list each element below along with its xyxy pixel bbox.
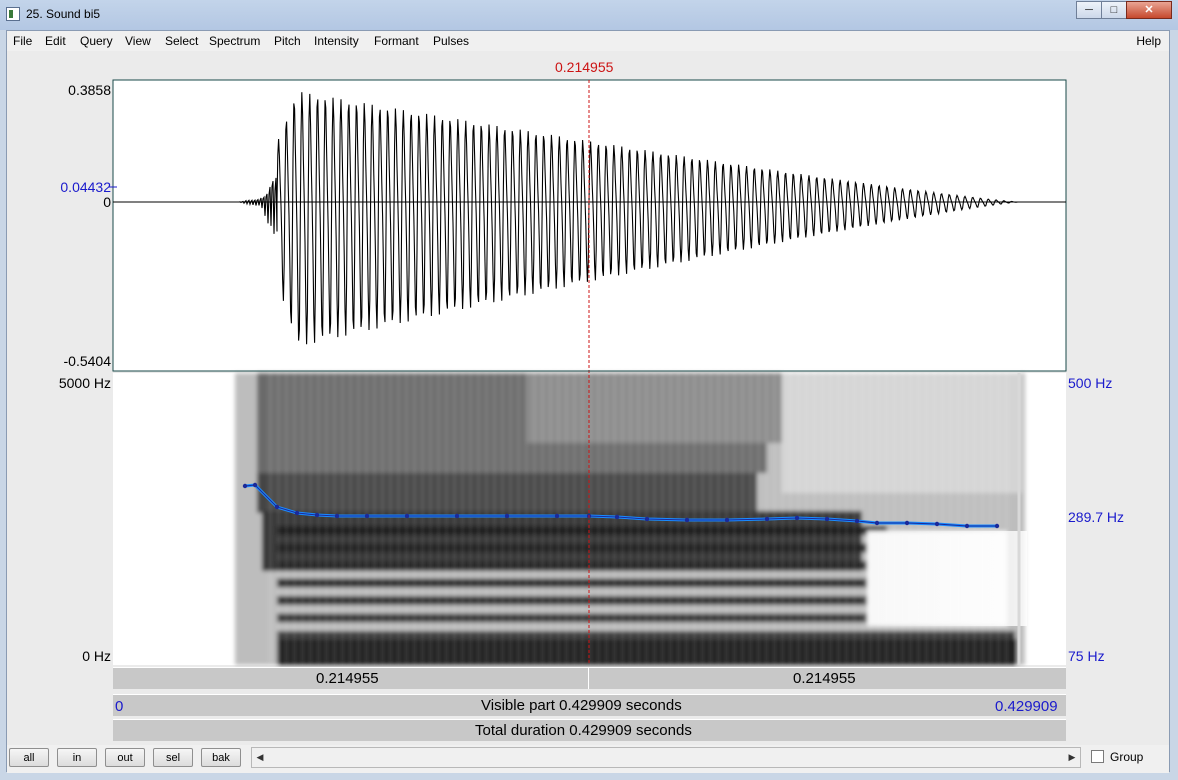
pitch-point bbox=[875, 521, 879, 525]
left-segment-duration[interactable]: 0.214955 bbox=[316, 670, 379, 687]
pitch-point bbox=[365, 514, 369, 518]
pitch-point bbox=[725, 518, 729, 522]
close-button[interactable]: ✕ bbox=[1126, 1, 1172, 19]
menu-pitch[interactable]: Pitch bbox=[274, 34, 301, 48]
total-duration-strip[interactable]: Total duration 0.429909 seconds bbox=[113, 719, 1066, 741]
editor-area: 0.214955 0.3858 0.04432 0 -0.5404 5000 H… bbox=[7, 51, 1169, 771]
cursor-segment-strip[interactable]: 0.214955 0.214955 bbox=[113, 667, 1066, 689]
pitch-point bbox=[825, 517, 829, 521]
pitch-point bbox=[335, 514, 339, 518]
pitch-point bbox=[555, 514, 559, 518]
scroll-right-arrow-icon[interactable]: ▶ bbox=[1064, 748, 1080, 767]
menu-view[interactable]: View bbox=[125, 34, 151, 48]
menu-edit[interactable]: Edit bbox=[45, 34, 66, 48]
segment-divider bbox=[588, 668, 589, 689]
bottom-toolbar: all in out sel bak ◀ ▶ Group bbox=[7, 745, 1169, 773]
zoom-selection-button[interactable]: sel bbox=[153, 748, 193, 767]
pitch-point bbox=[405, 514, 409, 518]
pitch-point bbox=[795, 516, 799, 520]
pitch-point bbox=[905, 521, 909, 525]
pitch-point bbox=[505, 514, 509, 518]
pitch-point bbox=[965, 524, 969, 528]
scroll-left-arrow-icon[interactable]: ◀ bbox=[252, 748, 268, 767]
spectrogram-fade bbox=[867, 531, 1027, 626]
menu-file[interactable]: File bbox=[13, 34, 32, 48]
group-checkbox[interactable] bbox=[1091, 750, 1104, 763]
pitch-point bbox=[765, 517, 769, 521]
total-duration-label[interactable]: Total duration 0.429909 seconds bbox=[475, 722, 692, 739]
menu-formant[interactable]: Formant bbox=[374, 34, 419, 48]
menu-spectrum[interactable]: Spectrum bbox=[209, 34, 260, 48]
pitch-point bbox=[995, 524, 999, 528]
right-segment-duration[interactable]: 0.214955 bbox=[793, 670, 856, 687]
zoom-in-button[interactable]: in bbox=[57, 748, 97, 767]
zoom-all-button[interactable]: all bbox=[9, 748, 49, 767]
pitch-point bbox=[645, 517, 649, 521]
signal-display[interactable] bbox=[7, 51, 1169, 751]
menu-query[interactable]: Query bbox=[80, 34, 113, 48]
menu-help[interactable]: Help bbox=[1136, 34, 1161, 48]
pitch-point bbox=[253, 483, 257, 487]
zoom-out-button[interactable]: out bbox=[105, 748, 145, 767]
visible-end-time: 0.429909 bbox=[995, 698, 1058, 715]
visible-part-strip[interactable]: Visible part 0.429909 seconds bbox=[113, 694, 1066, 716]
horizontal-scrollbar[interactable]: ◀ ▶ bbox=[251, 747, 1081, 768]
group-label: Group bbox=[1110, 750, 1143, 764]
menu-select[interactable]: Select bbox=[165, 34, 198, 48]
pitch-point bbox=[615, 515, 619, 519]
visible-part-label[interactable]: Visible part 0.429909 seconds bbox=[481, 697, 682, 714]
pitch-point bbox=[455, 514, 459, 518]
visible-strip-outer: Visible part 0.429909 seconds 0 0.429909 bbox=[7, 694, 1169, 716]
praat-app-icon[interactable] bbox=[6, 7, 20, 21]
pitch-point bbox=[243, 484, 247, 488]
pitch-point bbox=[935, 522, 939, 526]
menu-intensity[interactable]: Intensity bbox=[314, 34, 359, 48]
window-title: 25. Sound bi5 bbox=[26, 7, 100, 21]
menu-pulses[interactable]: Pulses bbox=[433, 34, 469, 48]
pitch-point bbox=[275, 505, 279, 509]
menu-bar: File Edit Query View Select Spectrum Pit… bbox=[7, 31, 1169, 51]
visible-start-time: 0 bbox=[115, 698, 123, 715]
pitch-point bbox=[315, 513, 319, 517]
minimize-button[interactable]: ─ bbox=[1076, 1, 1102, 19]
title-bar: 25. Sound bi5 ─ □ ✕ bbox=[0, 0, 1178, 30]
zoom-back-button[interactable]: bak bbox=[201, 748, 241, 767]
pitch-point bbox=[295, 511, 299, 515]
maximize-button[interactable]: □ bbox=[1101, 1, 1127, 19]
pitch-point bbox=[685, 518, 689, 522]
pitch-point bbox=[855, 519, 859, 523]
group-toggle[interactable]: Group bbox=[1091, 750, 1143, 764]
sound-editor-window: File Edit Query View Select Spectrum Pit… bbox=[6, 30, 1170, 772]
